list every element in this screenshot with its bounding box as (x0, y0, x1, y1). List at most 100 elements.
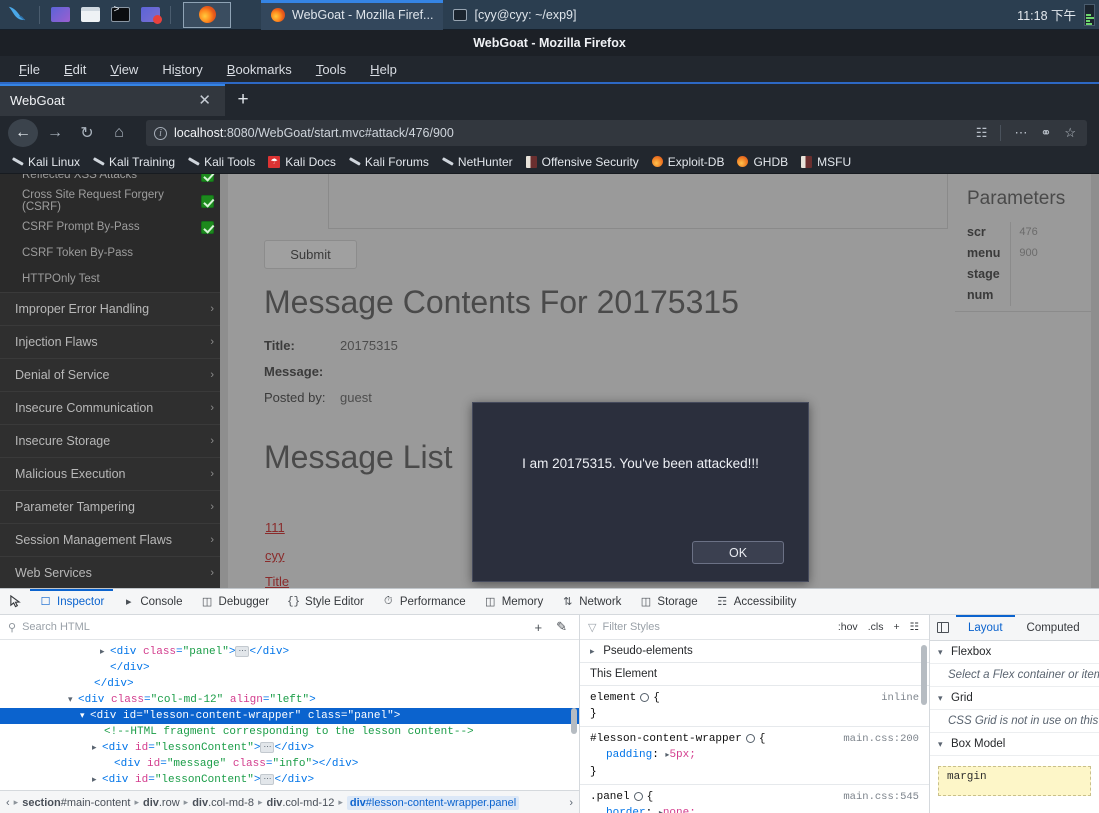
twisty-icon[interactable]: ▸ (100, 644, 110, 660)
sidebar-item-injection-flaws[interactable]: Injection Flaws › (0, 325, 228, 358)
tab-performance[interactable]: ⏱ Performance (373, 589, 475, 614)
sidebar-item-httponly-test[interactable]: HTTPOnly Test (0, 266, 228, 292)
breadcrumb-prev-button[interactable]: ‹ (6, 797, 10, 809)
page-info-icon[interactable]: i (154, 126, 167, 140)
menu-file[interactable]: File (10, 59, 49, 80)
class-toggle[interactable]: .cls (866, 621, 886, 633)
pocket-icon[interactable]: ⚭ (1037, 125, 1054, 141)
sidebar-item-web-services[interactable]: Web Services › (0, 556, 228, 588)
back-button[interactable]: ← (8, 119, 38, 147)
dom-node[interactable]: ▸ <div class="panel"> ⋯ </div> (0, 644, 579, 660)
message-textarea[interactable] (328, 174, 948, 229)
sidebar-scrollbar[interactable] (220, 174, 228, 588)
sidebar-item-malicious-execution[interactable]: Malicious Execution › (0, 457, 228, 490)
menu-view[interactable]: View (101, 59, 147, 80)
gear-icon[interactable] (745, 733, 755, 743)
dom-node[interactable]: ▾ <div class="col-md-12" align="left"> (0, 692, 579, 708)
gear-icon[interactable] (640, 692, 650, 702)
css-rule-element[interactable]: element{inline } (580, 686, 929, 727)
sidebar-item-csrf-prompt-bypass[interactable]: CSRF Prompt By-Pass (0, 214, 228, 240)
styles-scrollbar[interactable] (921, 645, 927, 705)
new-tab-button[interactable]: + (225, 84, 261, 116)
add-node-button[interactable]: + (531, 620, 547, 635)
bookmark-kali-forums[interactable]: Kali Forums (343, 153, 435, 171)
tab-storage[interactable]: ◫ Storage (630, 589, 706, 614)
tab-computed[interactable]: Computed (1015, 615, 1092, 640)
bookmark-kali-tools[interactable]: Kali Tools (182, 153, 261, 171)
burpsuite-icon[interactable] (137, 4, 163, 26)
tab-memory[interactable]: ◫ Memory (475, 589, 553, 614)
pseudo-elements-section[interactable]: ▸ Pseudo-elements (580, 640, 929, 663)
css-rule-lesson-content-wrapper[interactable]: #lesson-content-wrapper{main.css:200 pad… (580, 727, 929, 785)
expand-pane-icon[interactable] (930, 615, 956, 640)
tab-inspector[interactable]: ☐ Inspector (30, 589, 114, 614)
menu-bookmarks[interactable]: Bookmarks (218, 59, 301, 80)
eyedropper-icon[interactable]: ✎ (552, 619, 571, 635)
box-model-section-header[interactable]: ▾ Box Model (930, 733, 1099, 756)
firefox-icon[interactable] (183, 1, 231, 28)
sidebar-item-parameter-tampering[interactable]: Parameter Tampering › (0, 490, 228, 523)
file-manager-icon[interactable] (77, 4, 103, 26)
tab-console[interactable]: ▸ Console (113, 589, 191, 614)
filter-styles-input[interactable]: Filter Styles (602, 621, 829, 633)
taskbar-window-firefox[interactable]: WebGoat - Mozilla Firef... (261, 0, 444, 30)
dom-node-selected[interactable]: ▾ <div id="lesson-content-wrapper" class=… (0, 708, 579, 724)
sidebar-item-session-management-flaws[interactable]: Session Management Flaws › (0, 523, 228, 556)
breadcrumb-next-button[interactable]: › (569, 797, 573, 809)
dom-node[interactable]: <div id="message" class="info"></div> (0, 756, 579, 772)
bookmark-ghdb[interactable]: GHDB (731, 153, 794, 171)
print-styles-icon[interactable]: ☷ (908, 621, 921, 633)
breadcrumb-item[interactable]: section#main-content (22, 797, 130, 809)
gear-icon[interactable] (633, 791, 643, 801)
css-selector[interactable]: .panel{ (590, 789, 843, 805)
url-bar[interactable]: i localhost:8080/WebGoat/start.mvc#attac… (146, 120, 1087, 146)
bookmark-star-icon[interactable]: ☆ (1061, 125, 1079, 141)
browser-tab-webgoat[interactable]: WebGoat ✕ (0, 84, 225, 116)
menu-history[interactable]: History (153, 59, 211, 80)
breadcrumb-item[interactable]: div.row (143, 797, 180, 809)
page-scrollbar[interactable] (1091, 174, 1099, 588)
css-rule-panel[interactable]: .panel{main.css:545 border: ▸none; box-s… (580, 785, 929, 813)
kali-menu-icon[interactable] (0, 0, 34, 30)
dom-tree-scrollbar[interactable] (571, 708, 577, 734)
sidebar-item-insecure-communication[interactable]: Insecure Communication › (0, 391, 228, 424)
message-link[interactable]: 111 (265, 520, 285, 535)
sidebar-item-reflected-xss[interactable]: Reflected XSS Attacks (0, 174, 228, 188)
bookmark-nethunter[interactable]: NetHunter (436, 153, 519, 171)
css-source[interactable]: main.css:545 (843, 789, 919, 805)
dom-node[interactable]: ▸ <div id="lessonContent"> ⋯ </div> (0, 772, 579, 788)
css-declaration[interactable]: padding: ▸5px; (590, 747, 919, 764)
twisty-icon[interactable]: ▸ (92, 772, 102, 788)
breadcrumb-item[interactable]: div.col-md-8 (192, 797, 254, 809)
twisty-icon[interactable]: ▾ (80, 708, 90, 724)
message-link[interactable]: Title (265, 574, 289, 588)
flexbox-section-header[interactable]: ▾ Flexbox (930, 641, 1099, 664)
sidebar-item-improper-error-handling[interactable]: Improper Error Handling › (0, 292, 228, 325)
menu-help[interactable]: Help (361, 59, 406, 80)
tab-style-editor[interactable]: {} Style Editor (278, 589, 373, 614)
bookmark-kali-training[interactable]: Kali Training (87, 153, 181, 171)
taskbar-window-terminal[interactable]: [cyy@cyy: ~/exp9] (443, 0, 586, 30)
sidebar-item-csrf-token-bypass[interactable]: CSRF Token By-Pass (0, 240, 228, 266)
dom-node[interactable]: ▸ <div id="lessonContent"> ⋯ </div> (0, 740, 579, 756)
sidebar-item-denial-of-service[interactable]: Denial of Service › (0, 358, 228, 391)
sidebar-item-csrf[interactable]: Cross Site Request Forgery (CSRF) (0, 188, 228, 214)
terminal-icon[interactable] (107, 4, 133, 26)
forward-button[interactable]: → (40, 119, 70, 147)
element-picker-icon[interactable] (0, 589, 30, 614)
tab-layout[interactable]: Layout (956, 615, 1015, 640)
breadcrumb-item-current[interactable]: div#lesson-content-wrapper.panel (346, 795, 520, 810)
bookmark-kali-docs[interactable]: ☂ Kali Docs (262, 153, 342, 171)
search-input[interactable]: Search HTML (22, 621, 524, 633)
files-icon[interactable] (47, 4, 73, 26)
css-selector[interactable]: #lesson-content-wrapper{ (590, 731, 843, 747)
close-icon[interactable]: ✕ (194, 91, 215, 109)
page-actions-icon[interactable]: ⋯ (1011, 125, 1030, 141)
tab-debugger[interactable]: ◫ Debugger (192, 589, 279, 614)
reader-mode-icon[interactable]: ☷ (973, 125, 991, 141)
css-source[interactable]: inline (881, 690, 919, 706)
system-monitor-icon[interactable] (1084, 3, 1095, 26)
breadcrumb-item[interactable]: div.col-md-12 (266, 797, 334, 809)
twisty-icon[interactable]: ▾ (68, 692, 78, 708)
bookmark-msfu[interactable]: MSFU (795, 153, 857, 171)
